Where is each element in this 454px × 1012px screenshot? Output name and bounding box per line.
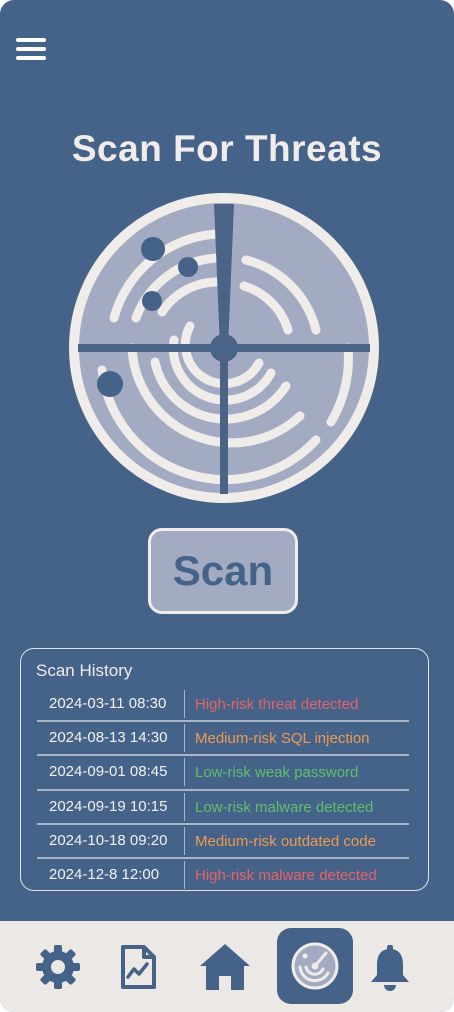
history-row[interactable]: 2024-10-18 09:20 Medium-risk outdated cod… <box>37 824 409 858</box>
scan-history-title: Scan History <box>36 661 133 680</box>
history-result: Low-risk weak password <box>195 763 359 781</box>
history-row[interactable]: 2024-08-13 14:30 Medium-risk SQL injectio… <box>37 721 409 755</box>
scan-history-panel: Scan History 2024-03-11 08:30 High-risk t… <box>20 648 429 891</box>
row-divider <box>37 754 409 756</box>
home-nav-button[interactable] <box>194 937 256 997</box>
report-icon <box>121 945 156 989</box>
home-icon <box>200 944 250 990</box>
bell-icon <box>371 945 409 991</box>
history-date: 2024-10-18 09:20 <box>37 827 185 855</box>
history-row[interactable]: 2024-09-19 10:15 Low-risk malware detecte… <box>37 790 409 824</box>
history-result: Low-risk malware detected <box>195 798 374 816</box>
page-title: Scan For Threats <box>71 128 383 169</box>
radar-illustration <box>69 193 379 503</box>
history-result: Medium-risk SQL injection <box>195 729 370 747</box>
menu-icon[interactable] <box>16 38 46 62</box>
gear-icon <box>36 945 80 989</box>
scan-button[interactable]: Scan <box>148 528 298 614</box>
history-row[interactable]: 2024-03-11 08:30 High-risk threat detecte… <box>37 687 409 721</box>
notifications-nav-button[interactable] <box>360 939 420 995</box>
history-date: 2024-03-11 08:30 <box>37 690 185 718</box>
row-divider <box>37 720 409 722</box>
reports-nav-button[interactable] <box>108 939 168 995</box>
history-date: 2024-09-19 10:15 <box>37 793 185 821</box>
history-date: 2024-08-13 14:30 <box>37 724 185 752</box>
history-row[interactable]: 2024-12-8 12:00 High-risk malware detecte… <box>37 858 409 892</box>
scan-nav-button[interactable] <box>277 928 353 1004</box>
app-screen: Scan For Threats Scan Scan History 2024-… <box>0 0 454 1012</box>
history-row[interactable]: 2024-09-01 08:45 Low-risk weak password <box>37 755 409 789</box>
history-result: High-risk malware detected <box>195 866 377 884</box>
history-result: High-risk threat detected <box>195 695 359 713</box>
history-date: 2024-12-8 12:00 <box>37 861 185 889</box>
settings-nav-button[interactable] <box>28 939 88 995</box>
bottom-nav <box>0 921 454 1012</box>
row-divider <box>37 823 409 825</box>
radar-icon <box>291 942 339 990</box>
row-divider <box>37 789 409 791</box>
history-date: 2024-09-01 08:45 <box>37 758 185 786</box>
history-result: Medium-risk outdated code <box>195 832 376 850</box>
row-divider <box>37 857 409 859</box>
